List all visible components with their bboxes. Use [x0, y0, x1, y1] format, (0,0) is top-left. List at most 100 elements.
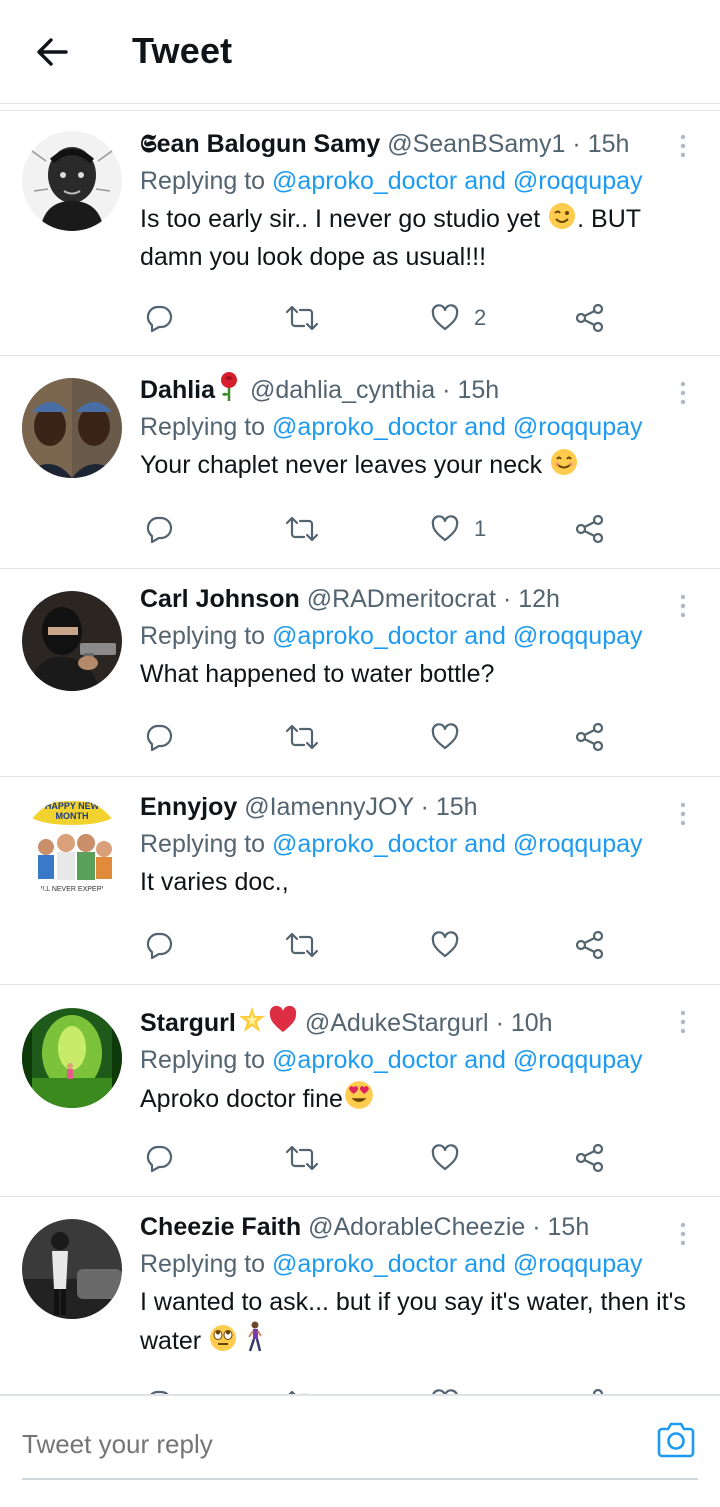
camera-button[interactable]	[654, 1418, 698, 1462]
user-handle[interactable]: @dahlia_cynthia	[250, 376, 435, 404]
display-name[interactable]: Stargurl	[140, 1009, 236, 1037]
reply-button[interactable]	[144, 717, 174, 757]
avatar[interactable]	[22, 591, 122, 691]
avatar-text: ILL NEVER EXPERI	[40, 886, 103, 893]
like-button[interactable]	[430, 925, 460, 965]
user-handle[interactable]: @SeanBSamy1	[387, 130, 565, 158]
timestamp[interactable]: 15h	[457, 376, 499, 404]
reply-button[interactable]	[144, 298, 174, 338]
avatar[interactable]	[22, 378, 122, 478]
tweet-text: Aproko doctor fine	[140, 1079, 700, 1118]
display-name[interactable]: Carl Johnson	[140, 585, 300, 613]
more-options-button[interactable]	[668, 131, 698, 161]
user-handle[interactable]: @RADmeritocrat	[307, 585, 496, 613]
user-handle[interactable]: @IamennyJOY	[244, 793, 413, 821]
mention-link[interactable]: @roqqupay	[513, 413, 643, 441]
timestamp[interactable]: 15h	[548, 1213, 590, 1241]
share-button[interactable]	[574, 298, 606, 338]
avatar-text: HAPPY NEW	[45, 801, 100, 811]
reply-tweet[interactable]: HAPPY NEW MONTH ILL NEVER EXPERI Ennyjoy…	[0, 777, 720, 985]
mention-link[interactable]: @roqqupay	[513, 1046, 643, 1074]
more-options-button[interactable]	[668, 378, 698, 408]
timestamp[interactable]: 10h	[511, 1009, 553, 1037]
reply-tweet[interactable]: 𝕾ean Balogun Samy @SeanBSamy1 · 15h Repl…	[0, 111, 720, 356]
separator-dot: ·	[495, 1009, 504, 1037]
separator-dot: ·	[532, 1213, 541, 1241]
reply-button[interactable]	[144, 1383, 174, 1394]
timestamp[interactable]: 12h	[518, 585, 560, 613]
reply-input[interactable]	[22, 1418, 622, 1470]
like-button[interactable]: 2	[430, 298, 486, 338]
avatar[interactable]	[22, 131, 122, 231]
share-icon	[575, 1143, 604, 1173]
share-button[interactable]	[574, 925, 606, 965]
retweet-button[interactable]	[285, 717, 319, 757]
share-button[interactable]	[574, 717, 606, 757]
replying-to-label: Replying to	[140, 167, 266, 195]
heart-icon	[431, 1144, 459, 1171]
mention-link[interactable]: @aproko_doctor	[272, 1250, 457, 1278]
reply-tweet[interactable]: Dahlia @dahlia_cynthia · 15h Replying to…	[0, 356, 720, 569]
mention-link[interactable]: @aproko_doctor	[272, 830, 457, 858]
like-button[interactable]	[430, 717, 460, 757]
like-count: 1	[474, 516, 487, 541]
more-vertical-icon	[680, 134, 686, 158]
avatar[interactable]	[22, 1219, 122, 1319]
more-options-button[interactable]	[668, 799, 698, 829]
top-bar: Tweet	[0, 0, 720, 104]
mention-link[interactable]: @aproko_doctor	[272, 1046, 457, 1074]
reply-tweet[interactable]: Carl Johnson @RADmeritocrat · 12h Replyi…	[0, 569, 720, 777]
like-button[interactable]	[430, 1383, 460, 1394]
more-options-button[interactable]	[668, 1007, 698, 1037]
user-handle[interactable]: @AdorableCheezie	[308, 1213, 525, 1241]
timestamp[interactable]: 15h	[588, 130, 630, 158]
like-button[interactable]: 1	[430, 509, 486, 549]
more-options-button[interactable]	[668, 591, 698, 621]
share-icon	[575, 514, 604, 544]
share-button[interactable]	[574, 509, 606, 549]
timestamp[interactable]: 15h	[436, 793, 478, 821]
more-vertical-icon	[680, 802, 686, 826]
back-button[interactable]	[30, 30, 74, 74]
retweet-button[interactable]	[285, 1383, 319, 1394]
retweet-button[interactable]	[285, 925, 319, 965]
smile-emoji-icon	[551, 449, 578, 475]
replying-to-label: Replying to	[140, 1046, 266, 1074]
share-button[interactable]	[574, 1383, 606, 1394]
heart-icon	[431, 304, 459, 331]
mention-link[interactable]: @roqqupay	[513, 1250, 643, 1278]
user-handle[interactable]: @AdukeStargurl	[305, 1009, 489, 1037]
mention-link[interactable]: @aproko_doctor	[272, 622, 457, 650]
reply-button[interactable]	[144, 925, 174, 965]
display-name[interactable]: 𝕾ean Balogun Samy	[140, 130, 380, 158]
replying-to: Replying to @aproko_doctor and @roqqupay	[140, 410, 700, 444]
retweet-button[interactable]	[285, 298, 319, 338]
display-name[interactable]: Ennyjoy	[140, 793, 237, 821]
reply-button[interactable]	[144, 509, 174, 549]
tweet-actions	[140, 925, 620, 965]
retweet-icon	[285, 516, 319, 542]
mention-link[interactable]: @aproko_doctor	[272, 167, 457, 195]
glowing-star-emoji-icon	[238, 1007, 265, 1032]
reply-tweet[interactable]: Stargurl @AdukeStargurl · 10h Replying t…	[0, 985, 720, 1197]
display-name[interactable]: Cheezie Faith	[140, 1213, 301, 1241]
share-button[interactable]	[574, 1138, 606, 1178]
reply-button[interactable]	[144, 1138, 174, 1178]
avatar[interactable]: HAPPY NEW MONTH ILL NEVER EXPERI	[22, 799, 122, 899]
mention-link[interactable]: @aproko_doctor	[272, 413, 457, 441]
more-vertical-icon	[680, 381, 686, 405]
reply-tweet[interactable]: Cheezie Faith @AdorableCheezie · 15h Rep…	[0, 1197, 720, 1394]
avatar[interactable]	[22, 1008, 122, 1108]
more-vertical-icon	[680, 1222, 686, 1246]
mention-link[interactable]: @roqqupay	[513, 167, 643, 195]
retweet-button[interactable]	[285, 509, 319, 549]
replying-and: and	[464, 622, 506, 650]
like-button[interactable]	[430, 1138, 460, 1178]
retweet-button[interactable]	[285, 1138, 319, 1178]
share-icon	[575, 303, 604, 333]
more-options-button[interactable]	[668, 1219, 698, 1249]
mention-link[interactable]: @roqqupay	[513, 622, 643, 650]
mention-link[interactable]: @roqqupay	[513, 830, 643, 858]
tweet-text-part: Your chaplet never leaves your neck	[140, 451, 543, 479]
display-name[interactable]: Dahlia	[140, 376, 215, 404]
